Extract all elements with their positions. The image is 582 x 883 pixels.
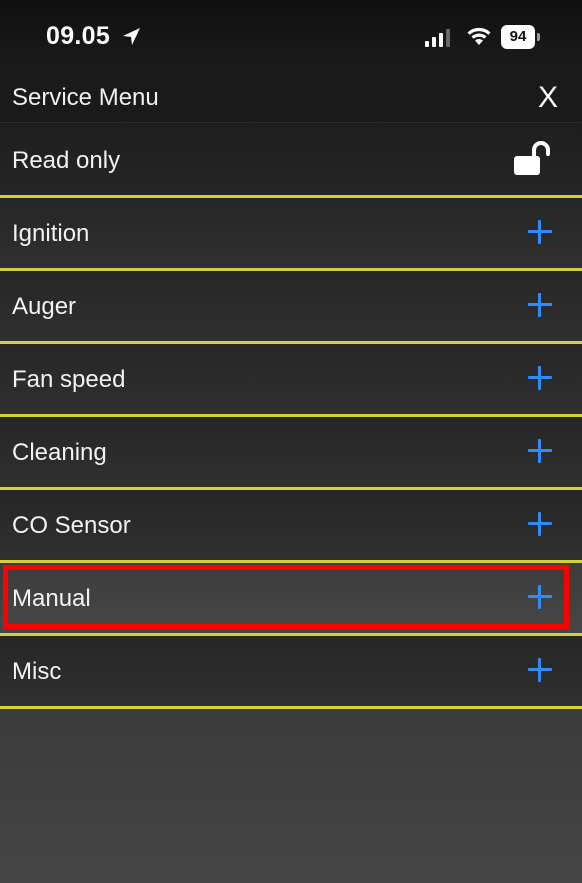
menu-item-label: Fan speed [12, 366, 126, 393]
battery-level: 94 [501, 25, 535, 49]
status-time: 09.05 [46, 22, 111, 50]
close-icon[interactable]: X [534, 80, 562, 116]
cellular-signal-icon [425, 29, 450, 47]
read-only-label: Read only [12, 147, 121, 174]
menu-item-fan-speed[interactable]: Fan speed [0, 344, 582, 417]
header: Service Menu X [0, 76, 582, 123]
menu-item-co-sensor[interactable]: CO Sensor [0, 490, 582, 563]
location-arrow-icon [123, 28, 140, 45]
menu-item-label: Auger [12, 293, 77, 320]
plus-icon[interactable] [528, 220, 552, 244]
wifi-icon [467, 27, 491, 45]
battery-icon: 94 [501, 25, 541, 49]
menu-item-label: Manual [12, 585, 91, 612]
menu-item-auger[interactable]: Auger [0, 271, 582, 344]
menu-item-label: CO Sensor [12, 512, 131, 539]
menu-item-ignition[interactable]: Ignition [0, 198, 582, 271]
plus-icon[interactable] [528, 512, 552, 536]
menu-item-label: Misc [12, 658, 62, 685]
read-only-row[interactable]: Read only [0, 123, 582, 198]
menu-item-misc[interactable]: Misc [0, 636, 582, 709]
status-bar: 09.05 94 [0, 0, 582, 76]
plus-icon[interactable] [528, 585, 552, 609]
battery-tip [537, 33, 540, 41]
page-title: Service Menu [12, 84, 159, 111]
plus-icon[interactable] [528, 293, 552, 317]
menu-item-label: Cleaning [12, 439, 107, 466]
menu-item-label: Ignition [12, 220, 90, 247]
menu-item-cleaning[interactable]: Cleaning [0, 417, 582, 490]
plus-icon[interactable] [528, 658, 552, 682]
unlocked-padlock-icon[interactable] [512, 141, 556, 177]
plus-icon[interactable] [528, 439, 552, 463]
service-menu-list: Ignition Auger Fan speed Cleaning CO Sen… [0, 198, 582, 709]
menu-item-manual[interactable]: Manual [0, 563, 582, 636]
plus-icon[interactable] [528, 366, 552, 390]
